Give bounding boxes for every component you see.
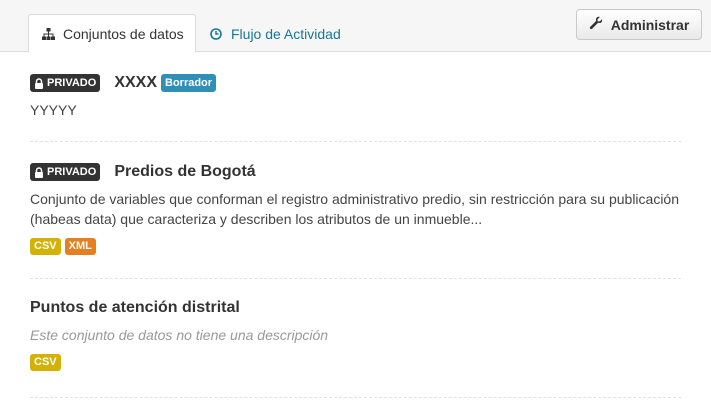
dataset-item: Puntos de atención distrital Este conjun…: [30, 297, 681, 371]
dataset-item: PRIVADO Predios de Bogotá Conjunto de va…: [30, 161, 681, 255]
private-badge: PRIVADO: [30, 74, 101, 92]
tab-activity-label: Flujo de Actividad: [231, 25, 341, 42]
sitemap-icon: [41, 27, 55, 41]
divider: [30, 278, 681, 279]
dataset-item: PRIVADO XXXX Borrador YYYYY: [30, 72, 681, 120]
format-badge-xml[interactable]: XML: [64, 238, 96, 255]
format-list: CSV: [30, 354, 681, 371]
admin-button-label: Administrar: [610, 16, 690, 33]
dataset-description: Conjunto de variables que conforman el r…: [30, 191, 680, 227]
private-badge-label: PRIVADO: [47, 77, 97, 89]
lock-icon: [35, 77, 43, 89]
wrench-icon: [589, 16, 603, 33]
divider: [30, 397, 681, 398]
dataset-title[interactable]: XXXX: [114, 74, 157, 92]
dataset-description: YYYYY: [30, 102, 77, 118]
dataset-description: Este conjunto de datos no tiene una desc…: [30, 327, 329, 343]
admin-button[interactable]: Administrar: [576, 9, 702, 40]
format-badge-csv[interactable]: CSV: [30, 354, 61, 371]
private-badge: PRIVADO: [30, 163, 101, 181]
tab-activity-stream[interactable]: Flujo de Actividad: [209, 14, 341, 53]
lock-icon: [35, 166, 43, 178]
dataset-title[interactable]: Predios de Bogotá: [114, 163, 255, 181]
dataset-tabs-bar: Conjuntos de datos Flujo de Actividad Ad…: [0, 0, 711, 53]
draft-badge: Borrador: [161, 74, 217, 92]
private-badge-label: PRIVADO: [47, 166, 97, 178]
format-list: CSV XML: [30, 238, 681, 255]
dataset-title[interactable]: Puntos de atención distrital: [30, 299, 240, 317]
format-badge-csv[interactable]: CSV: [30, 238, 61, 255]
tab-datasets[interactable]: Conjuntos de datos: [28, 14, 196, 53]
clock-icon: [209, 27, 223, 41]
divider: [30, 141, 681, 142]
tab-datasets-label: Conjuntos de datos: [63, 25, 184, 42]
